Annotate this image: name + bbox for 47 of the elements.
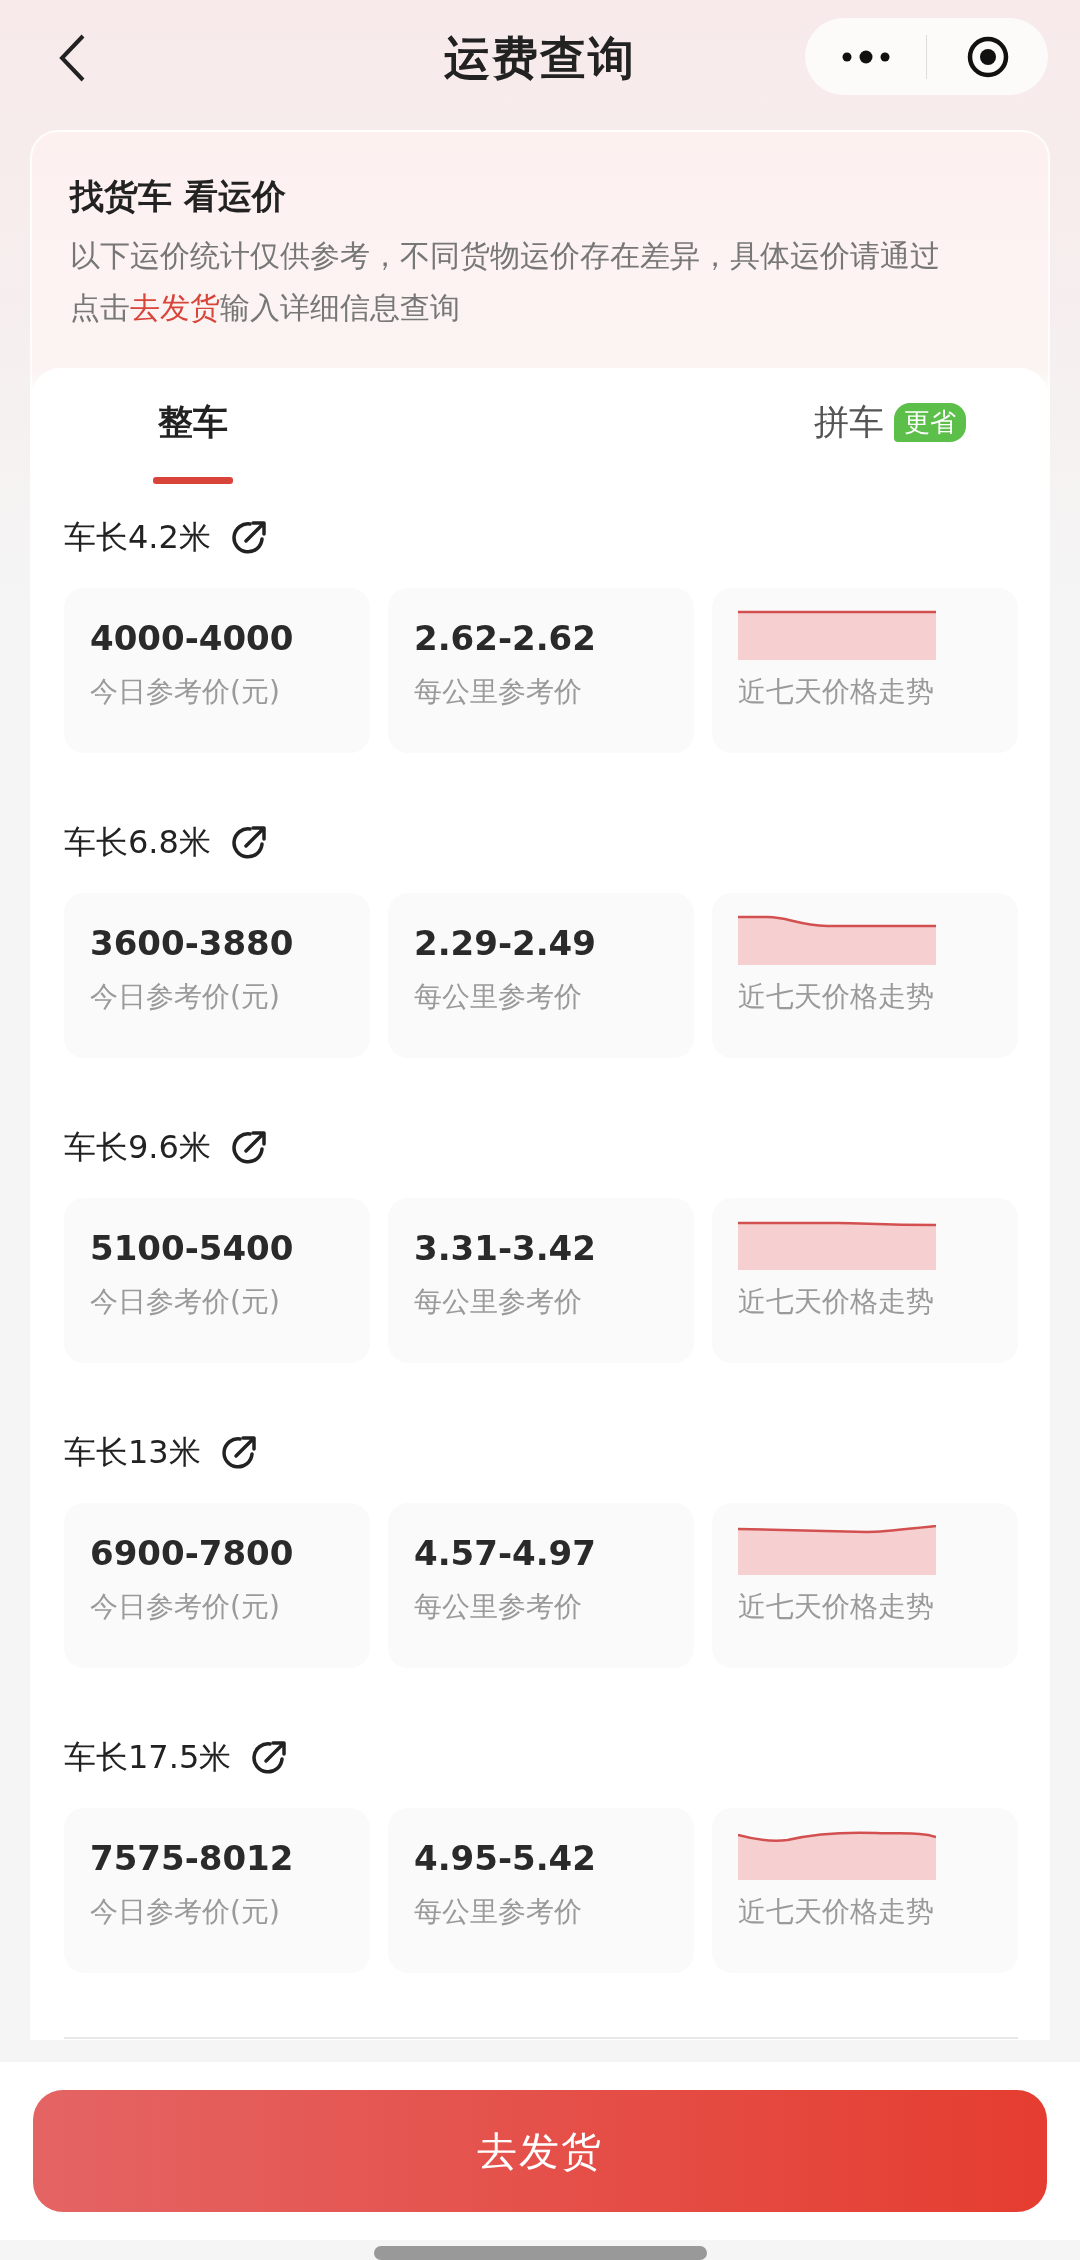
- trend-label: 近七天价格走势: [738, 1284, 935, 1320]
- per-km-label: 每公里参考价: [414, 1589, 583, 1625]
- trend-label: 近七天价格走势: [738, 674, 935, 710]
- trend-tile[interactable]: 近七天价格走势: [712, 893, 1018, 1058]
- trend-tile[interactable]: 近七天价格走势: [712, 1198, 1018, 1363]
- target-icon: [965, 34, 1010, 79]
- page-title: 运费查询: [444, 30, 636, 87]
- tab[interactable]: 整车: [32, 368, 431, 484]
- price-range: 4000-4000: [90, 617, 295, 660]
- price-label: 今日参考价(元): [90, 1284, 281, 1320]
- ship-link[interactable]: 去发货: [130, 290, 220, 325]
- tab[interactable]: 拼车 更省: [651, 368, 1048, 484]
- per-km-label: 每公里参考价: [414, 1284, 583, 1320]
- price-range: 5100-5400: [90, 1227, 295, 1270]
- trend-label: 近七天价格走势: [738, 1589, 935, 1625]
- intro-heading: 找货车 看运价: [70, 176, 287, 216]
- price-range: 3600-3880: [90, 922, 295, 965]
- per-km-label: 每公里参考价: [414, 1894, 583, 1930]
- per-km-range: 2.62-2.62: [414, 617, 597, 660]
- trend-tile[interactable]: 近七天价格走势: [712, 588, 1018, 753]
- intro-description: 以下运价统计仅供参考，不同货物运价存在差异，具体运价请通过点击去发货输入详细信息查询: [70, 237, 941, 327]
- price-label: 今日参考价(元): [90, 1589, 281, 1625]
- ship-button[interactable]: 去发货: [33, 2090, 1047, 2212]
- trend-tile[interactable]: 近七天价格走势: [712, 1808, 1018, 1973]
- price-label: 今日参考价(元): [90, 674, 281, 710]
- trend-label: 近七天价格走势: [738, 1894, 935, 1930]
- per-km-range: 3.31-3.42: [414, 1227, 597, 1270]
- truck-length: 车长4.2米: [64, 517, 211, 558]
- per-km-label: 每公里参考价: [414, 674, 583, 710]
- savings-badge: 更省: [893, 403, 966, 442]
- trend-tile[interactable]: 近七天价格走势: [712, 1503, 1018, 1668]
- trend-label: 近七天价格走势: [738, 979, 935, 1015]
- per-km-range: 2.29-2.49: [414, 922, 597, 965]
- truck-length: 车长17.5米: [64, 1737, 232, 1778]
- truck-length: 车长13米: [64, 1432, 201, 1473]
- per-km-range: 4.95-5.42: [414, 1837, 597, 1880]
- more-icon: [840, 49, 891, 64]
- truck-length: 车长9.6米: [64, 1127, 211, 1168]
- price-range: 7575-8012: [90, 1837, 295, 1880]
- price-label: 今日参考价(元): [90, 1894, 281, 1930]
- per-km-range: 4.57-4.97: [414, 1532, 597, 1575]
- back-icon: [59, 34, 85, 82]
- truck-length: 车长6.8米: [64, 822, 211, 863]
- price-range: 6900-7800: [90, 1532, 295, 1575]
- per-km-label: 每公里参考价: [414, 979, 583, 1015]
- tab-label: 拼车: [813, 401, 884, 444]
- price-label: 今日参考价(元): [90, 979, 281, 1015]
